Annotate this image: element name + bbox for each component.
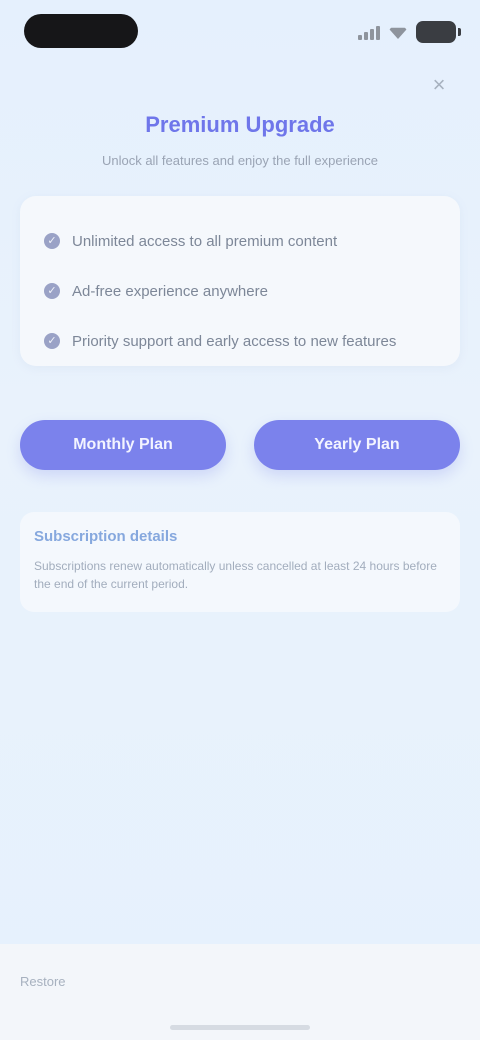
page-title: Premium Upgrade [145, 112, 335, 137]
home-indicator[interactable] [170, 1025, 310, 1030]
plan-buttons: Monthly Plan Yearly Plan [20, 420, 460, 470]
info-card: Subscription details Subscriptions renew… [20, 512, 460, 612]
feature-label: Priority support and early access to new… [72, 332, 397, 350]
monthly-plan-button[interactable]: Monthly Plan [20, 420, 226, 470]
footer: Restore [0, 944, 480, 1040]
close-icon[interactable]: × [426, 72, 452, 98]
features-card: Unlimited access to all premium content … [20, 196, 460, 366]
feature-item: Unlimited access to all premium content [44, 216, 436, 266]
feature-label: Ad-free experience anywhere [72, 282, 268, 300]
info-body: Subscriptions renew automatically unless… [34, 559, 437, 591]
yearly-plan-button[interactable]: Yearly Plan [254, 420, 460, 470]
status-time [24, 14, 138, 48]
feature-item: Priority support and early access to new… [44, 316, 436, 366]
check-icon [44, 333, 60, 349]
check-icon [44, 233, 60, 249]
paywall-screen: × Premium Upgrade Unlock all features an… [0, 0, 480, 1040]
feature-label: Unlimited access to all premium content [72, 232, 338, 250]
battery-icon [416, 21, 461, 43]
restore-link[interactable]: Restore [20, 974, 66, 989]
wifi-icon [388, 27, 408, 39]
info-title: Subscription details [34, 528, 178, 545]
feature-item: Ad-free experience anywhere [44, 266, 436, 316]
signal-icon [358, 24, 380, 40]
system-icons [358, 20, 461, 44]
status-bar [0, 0, 480, 64]
page-subtitle: Unlock all features and enjoy the full e… [101, 153, 379, 168]
check-icon [44, 283, 60, 299]
